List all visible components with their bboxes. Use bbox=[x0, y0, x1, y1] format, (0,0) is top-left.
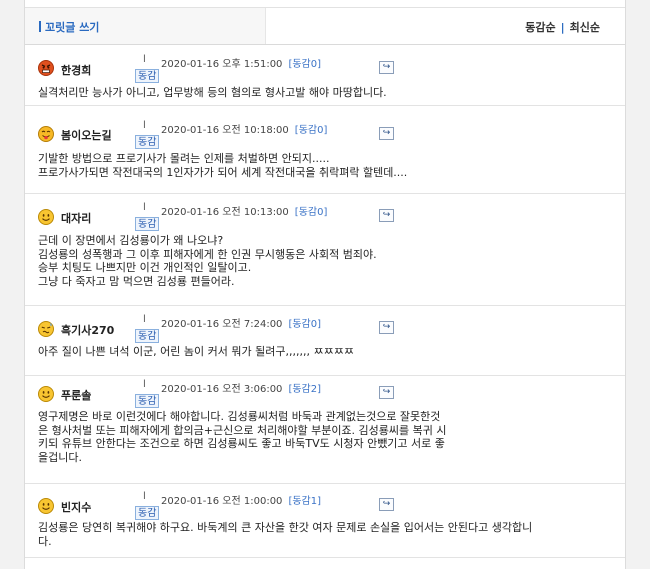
comment-date: 2020-01-16 오전 3:06:00 bbox=[161, 384, 283, 395]
arrow-reply-icon[interactable]: ↪ bbox=[379, 321, 394, 334]
agree-button[interactable]: 동감 bbox=[135, 506, 160, 520]
comment-text: 기발한 방법으로 프로기사가 몰려는 인제를 처벌하면 안되지..... 프로가… bbox=[38, 152, 408, 179]
meta-separator: l bbox=[143, 491, 146, 502]
accent-bar bbox=[39, 21, 41, 32]
agree-count: [동감0] bbox=[294, 125, 328, 136]
comment-meta: 2020-01-16 오전 3:06:00 [동감2] bbox=[161, 380, 321, 395]
meta-separator: l bbox=[143, 314, 146, 325]
meta-separator: l bbox=[143, 379, 146, 390]
arrow-reply-icon[interactable]: ↪ bbox=[379, 127, 394, 140]
agree-button[interactable]: 동감 bbox=[135, 394, 160, 408]
agree-button[interactable]: 동감 bbox=[135, 217, 160, 231]
sort-by-likes-link[interactable]: 동감순 bbox=[525, 21, 555, 34]
agree-button[interactable]: 동감 bbox=[135, 135, 160, 149]
meta-separator: l bbox=[143, 202, 146, 213]
tongue-face-icon bbox=[38, 126, 54, 142]
write-comment-label[interactable]: 꼬릿글 쓰기 bbox=[45, 19, 99, 35]
agree-button[interactable]: 동감 bbox=[135, 329, 160, 343]
comment-author[interactable]: 빈지수 bbox=[61, 499, 91, 515]
confused-face-icon bbox=[38, 321, 54, 337]
comment-author[interactable]: 흑기사270 bbox=[61, 322, 114, 338]
smile-face-icon bbox=[38, 209, 54, 225]
arrow-reply-icon[interactable]: ↪ bbox=[379, 386, 394, 399]
agree-count: [동감0] bbox=[294, 207, 328, 218]
agree-count: [동감2] bbox=[288, 384, 322, 395]
agree-count: [동감0] bbox=[288, 59, 322, 70]
angry-face-icon bbox=[38, 60, 54, 76]
arrow-reply-icon[interactable]: ↪ bbox=[379, 498, 394, 511]
comment-date: 2020-01-16 오전 10:13:00 bbox=[161, 207, 289, 218]
smile-face-icon bbox=[38, 498, 54, 514]
agree-button[interactable]: 동감 bbox=[135, 69, 160, 83]
agree-count: [동감0] bbox=[288, 319, 322, 330]
comment-text: 근데 이 장면에서 김성룡이가 왜 나오냐? 김성룡의 성폭행과 그 이후 피해… bbox=[38, 234, 377, 288]
sort-options: 동감순 | 최신순 bbox=[525, 19, 600, 35]
comment-item: 빈지수 l 2020-01-16 오전 1:00:00 [동감1] 동감 ↪ 김성… bbox=[25, 484, 625, 558]
write-comment-tab[interactable]: 꼬릿글 쓰기 bbox=[25, 8, 266, 44]
comment-item: 푸룬솔 l 2020-01-16 오전 3:06:00 [동감2] 동감 ↪ 영구… bbox=[25, 376, 625, 484]
comment-panel: 꼬릿글 쓰기 동감순 | 최신순 한경희 l 2020-01-16 오후 1:51:… bbox=[24, 0, 626, 569]
comment-item: 한경희 l 2020-01-16 오후 1:51:00 [동감0] 동감 ↪ 실격… bbox=[25, 46, 625, 106]
comment-meta: 2020-01-16 오후 1:51:00 [동감0] bbox=[161, 55, 321, 70]
comment-meta: 2020-01-16 오전 10:18:00 [동감0] bbox=[161, 121, 327, 136]
comment-header: 꼬릿글 쓰기 동감순 | 최신순 bbox=[25, 8, 625, 45]
comment-text: 아주 질이 나쁜 녀석 이군, 어린 놈이 커서 뭐가 될려구,,,,,,, ㅉ… bbox=[38, 345, 354, 358]
meta-separator: l bbox=[143, 54, 146, 65]
comment-meta: 2020-01-16 오전 7:24:00 [동감0] bbox=[161, 315, 321, 330]
comment-item: 대자리 l 2020-01-16 오전 10:13:00 [동감0] 동감 ↪ 근… bbox=[25, 194, 625, 306]
comment-author[interactable]: 한경희 bbox=[61, 62, 91, 78]
comment-date: 2020-01-16 오전 10:18:00 bbox=[161, 125, 289, 136]
comment-text: 실격처리만 능사가 아니고, 업무방해 등의 혐의로 형사고발 해야 마땅합니다… bbox=[38, 86, 387, 99]
sort-by-latest-link[interactable]: 최신순 bbox=[570, 21, 600, 34]
comment-item: 봄이오는길 l 2020-01-16 오전 10:18:00 [동감0] 동감 ↪… bbox=[25, 106, 625, 194]
sort-separator: | bbox=[560, 21, 565, 34]
comment-date: 2020-01-16 오전 7:24:00 bbox=[161, 319, 283, 330]
comment-item: 흑기사270 l 2020-01-16 오전 7:24:00 [동감0] 동감 ↪… bbox=[25, 306, 625, 376]
agree-count: [동감1] bbox=[288, 496, 322, 507]
comment-text: 영구제명은 바로 이런것에다 해야합니다. 김성룡씨처럼 바둑과 관계없는것으로… bbox=[38, 410, 447, 464]
comment-date: 2020-01-16 오후 1:51:00 bbox=[161, 59, 283, 70]
arrow-reply-icon[interactable]: ↪ bbox=[379, 209, 394, 222]
comment-text: 김성룡은 당연히 복귀해야 하구요. 바둑계의 큰 자산을 한갓 여자 문제로 … bbox=[38, 521, 533, 548]
comment-meta: 2020-01-16 오전 1:00:00 [동감1] bbox=[161, 492, 321, 507]
arrow-reply-icon[interactable]: ↪ bbox=[379, 61, 394, 74]
comment-author[interactable]: 대자리 bbox=[61, 210, 91, 226]
smile-face-icon bbox=[38, 386, 54, 402]
comment-meta: 2020-01-16 오전 10:13:00 [동감0] bbox=[161, 203, 327, 218]
comment-date: 2020-01-16 오전 1:00:00 bbox=[161, 496, 283, 507]
meta-separator: l bbox=[143, 120, 146, 131]
comment-author[interactable]: 푸룬솔 bbox=[61, 387, 91, 403]
comment-author[interactable]: 봄이오는길 bbox=[61, 127, 112, 143]
